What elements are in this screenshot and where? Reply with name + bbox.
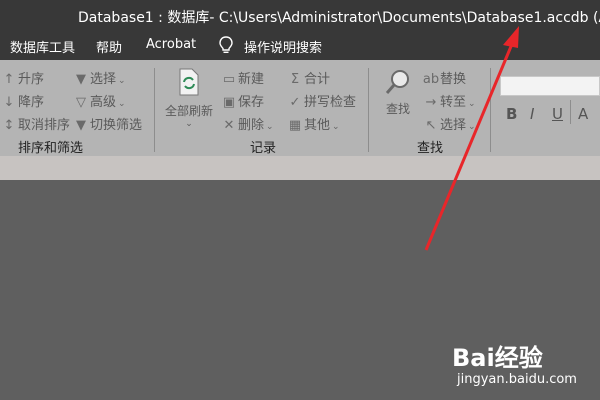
select-button[interactable]: ↖ 选择 ⌄ — [422, 114, 476, 133]
group-divider — [154, 68, 155, 152]
group-label-find: 查找 — [417, 141, 444, 156]
chevron-down-icon: ⌄ — [266, 122, 274, 132]
ribbon: ↑ 升序 ↓ 降序 ↕ 取消排序 ▼ 选择 ⌄ ▽ 高级 ⌄ ▼ 切换筛选 排序和筛选 全部刷新… — [0, 60, 600, 156]
format-divider — [570, 100, 571, 124]
tell-me-search[interactable]: 操作说明搜索 — [244, 37, 322, 56]
more-button[interactable]: ▦ 其他 ⌄ — [286, 114, 340, 133]
refresh-all-button[interactable]: 全部刷新 ⌄ — [163, 68, 215, 129]
chevron-down-icon: ⌄ — [118, 99, 126, 109]
advanced-filter-button[interactable]: ▽ 高级 ⌄ — [72, 91, 126, 110]
window-title: Database1 : 数据库- C:\Users\Administrator\… — [78, 10, 600, 26]
cursor-icon: ↖ — [425, 118, 437, 133]
delete-icon: ✕ — [223, 118, 235, 133]
toggle-filter-button[interactable]: ▼ 切换筛选 — [72, 114, 142, 133]
replace-icon: ab — [422, 72, 440, 87]
chevron-down-icon: ⌄ — [118, 76, 126, 86]
bold-button[interactable]: B — [506, 105, 517, 123]
advanced-filter-icon: ▽ — [76, 95, 86, 110]
replace-button[interactable]: ab替换 — [422, 68, 466, 87]
chevron-down-icon: ⌄ — [185, 119, 193, 129]
sort-ascending-icon: ↑ — [3, 72, 15, 87]
underline-button[interactable]: U — [552, 105, 563, 123]
group-label-sort-filter: 排序和筛选 — [18, 141, 84, 156]
chevron-down-icon: ⌄ — [332, 122, 340, 132]
new-record-button[interactable]: ▭ 新建 — [220, 68, 264, 87]
clear-sort-button[interactable]: ↕ 取消排序 — [0, 114, 70, 133]
group-divider — [368, 68, 369, 152]
title-bar: Database1 : 数据库- C:\Users\Administrator\… — [0, 0, 600, 32]
totals-button[interactable]: Σ 合计 — [286, 68, 330, 87]
goto-button[interactable]: → 转至 ⌄ — [422, 91, 476, 110]
spelling-button[interactable]: ✓ 拼写检查 — [286, 91, 356, 110]
tab-strip — [0, 156, 600, 180]
refresh-icon — [179, 68, 199, 96]
delete-record-button[interactable]: ✕ 删除 ⌄ — [220, 114, 274, 133]
filter-icon: ▼ — [76, 72, 86, 87]
spelling-icon: ✓ — [289, 95, 301, 110]
menu-database-tools[interactable]: 数据库工具 — [10, 37, 75, 56]
find-button[interactable]: 查找 — [380, 68, 416, 117]
save-record-button[interactable]: ▣ 保存 — [220, 91, 264, 110]
sort-ascending-button[interactable]: ↑ 升序 — [0, 68, 44, 87]
watermark-logo: Bai经验 — [452, 344, 543, 372]
sort-descending-icon: ↓ — [3, 95, 15, 110]
selection-filter-button[interactable]: ▼ 选择 ⌄ — [72, 68, 126, 87]
menu-acrobat[interactable]: Acrobat — [146, 37, 196, 52]
toggle-filter-icon: ▼ — [76, 118, 86, 133]
find-icon — [385, 70, 409, 94]
clear-sort-icon: ↕ — [3, 118, 15, 133]
sort-descending-button[interactable]: ↓ 降序 — [0, 91, 44, 110]
goto-icon: → — [425, 95, 437, 110]
new-record-icon: ▭ — [222, 72, 236, 87]
font-name-box[interactable] — [500, 76, 600, 96]
italic-button[interactable]: I — [530, 105, 534, 123]
watermark-url: jingyan.baidu.com — [457, 372, 577, 387]
sigma-icon: Σ — [290, 72, 300, 87]
group-label-records: 记录 — [250, 141, 277, 156]
save-icon: ▣ — [222, 95, 236, 110]
chevron-down-icon: ⌄ — [468, 122, 476, 132]
menu-bar: 数据库工具 帮助 Acrobat 操作说明搜索 — [0, 32, 600, 60]
bulb-icon[interactable] — [218, 35, 234, 55]
menu-help[interactable]: 帮助 — [96, 37, 122, 56]
chevron-down-icon: ⌄ — [468, 99, 476, 109]
group-divider — [490, 68, 491, 152]
font-color-button[interactable]: A — [578, 105, 588, 123]
more-icon: ▦ — [288, 118, 302, 133]
